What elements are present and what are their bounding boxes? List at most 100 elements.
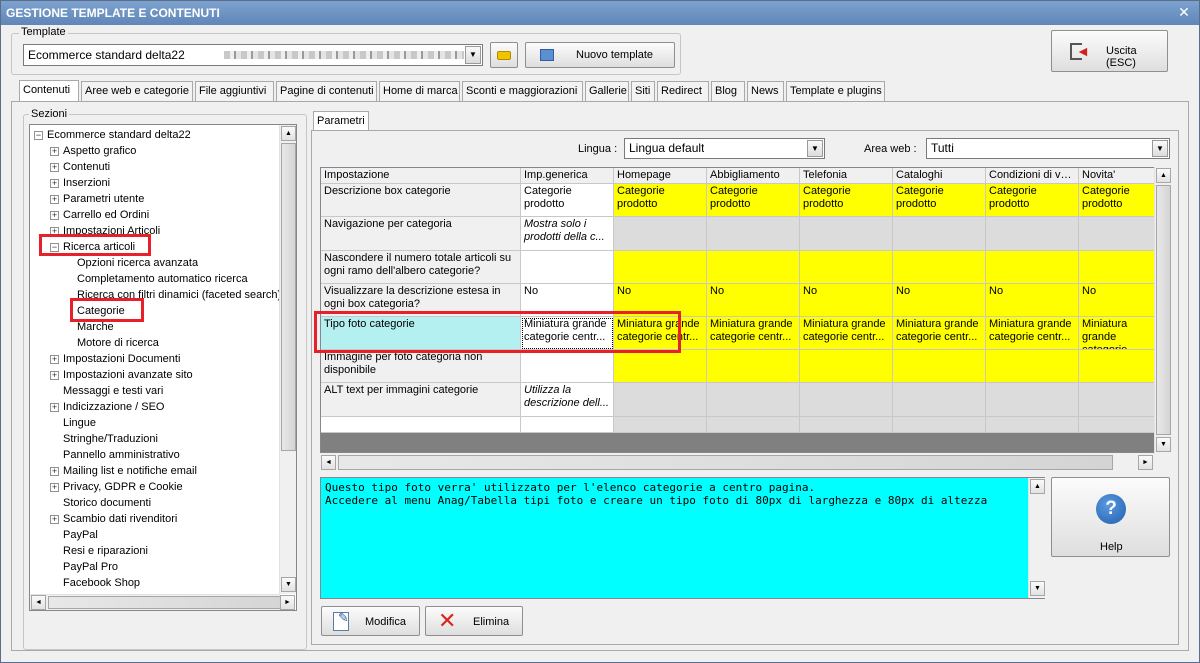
area-web-select[interactable]: Tutti ▼ xyxy=(926,138,1170,159)
tree-item[interactable]: + Carrello ed Ordini xyxy=(30,207,280,223)
tab-template-e-plugins[interactable]: Template e plugins xyxy=(786,81,885,101)
params-grid[interactable]: Impostazione Imp.generica Homepage Abbiglia… xyxy=(320,167,1156,453)
help-button[interactable]: ? Help xyxy=(1051,477,1170,557)
grid-row-label[interactable]: Navigazione per categoria xyxy=(321,217,521,251)
tree-item[interactable]: + Privacy, GDPR e Cookie xyxy=(30,479,280,495)
tree-item[interactable]: Facebook Shop xyxy=(30,575,280,591)
grid-cell[interactable] xyxy=(800,350,893,383)
grid-vscroll[interactable]: ▲ ▼ xyxy=(1154,167,1171,454)
grid-cell[interactable] xyxy=(893,383,986,417)
grid-row-label[interactable]: Nascondere il numero totale articoli su … xyxy=(321,251,521,284)
grid-cell[interactable]: Miniatura grande categorie centr... xyxy=(893,317,986,350)
tree-item[interactable]: + Contenuti xyxy=(30,159,280,175)
grid-cell[interactable]: Categorie prodotto xyxy=(986,184,1079,217)
elimina-button[interactable]: ✕ Elimina xyxy=(425,606,523,636)
grid-cell[interactable] xyxy=(800,251,893,284)
grid-cell-empty[interactable] xyxy=(707,417,800,433)
grid-cell[interactable] xyxy=(707,383,800,417)
tree-item[interactable]: Marche xyxy=(30,319,280,335)
tree-item[interactable]: PayPal Pro xyxy=(30,559,280,575)
scroll-left-icon[interactable]: ◄ xyxy=(31,595,46,610)
expand-icon[interactable]: + xyxy=(50,195,59,204)
grid-row-label[interactable]: Descrizione box categorie xyxy=(321,184,521,217)
expand-icon[interactable]: + xyxy=(50,355,59,364)
grid-cell[interactable]: Categorie prodotto xyxy=(1079,184,1155,217)
grid-column-header[interactable]: Homepage xyxy=(614,168,707,184)
scroll-right-icon[interactable]: ► xyxy=(1138,455,1153,470)
tree-item[interactable]: + Scambio dati rivenditori xyxy=(30,511,280,527)
grid-cell[interactable]: No xyxy=(893,284,986,317)
tab-parametri[interactable]: Parametri xyxy=(313,111,369,132)
tree-item[interactable]: Opzioni ricerca avanzata xyxy=(30,255,280,271)
tab-contenuti[interactable]: Contenuti xyxy=(19,80,79,101)
grid-cell[interactable] xyxy=(800,383,893,417)
grid-cell[interactable]: Categorie prodotto xyxy=(614,184,707,217)
lingua-select[interactable]: Lingua default ▼ xyxy=(624,138,825,159)
tree-item[interactable]: + Inserzioni xyxy=(30,175,280,191)
grid-cell[interactable]: Categorie prodotto xyxy=(521,184,614,217)
grid-cell[interactable] xyxy=(521,251,614,284)
expand-icon[interactable]: + xyxy=(50,211,59,220)
grid-cell[interactable]: No xyxy=(707,284,800,317)
tab-home-di-marca[interactable]: Home di marca xyxy=(379,81,460,101)
tab-blog[interactable]: Blog xyxy=(711,81,745,101)
tree-item[interactable]: Stringhe/Traduzioni xyxy=(30,431,280,447)
grid-cell[interactable] xyxy=(893,251,986,284)
expand-icon[interactable]: + xyxy=(50,147,59,156)
tree-item[interactable]: Completamento automatico ricerca xyxy=(30,271,280,287)
grid-row-label[interactable]: Immagine per foto categoria non disponib… xyxy=(321,350,521,383)
tree-hscroll[interactable]: ◄ ► xyxy=(30,594,295,610)
grid-column-header[interactable]: Imp.generica xyxy=(521,168,614,184)
grid-cell[interactable]: Miniatura grande categorie centr... xyxy=(800,317,893,350)
scroll-right-icon[interactable]: ► xyxy=(280,595,295,610)
tab-pagine-di-contenuti[interactable]: Pagine di contenuti xyxy=(276,81,377,101)
grid-cell-empty[interactable] xyxy=(521,417,614,433)
grid-cell[interactable] xyxy=(893,350,986,383)
expand-icon[interactable]: + xyxy=(50,371,59,380)
grid-cell[interactable] xyxy=(1079,350,1155,383)
scroll-up-icon[interactable]: ▲ xyxy=(1156,168,1171,183)
grid-column-header[interactable]: Cataloghi xyxy=(893,168,986,184)
tree-item[interactable]: + Indicizzazione / SEO xyxy=(30,399,280,415)
grid-hscroll[interactable]: ◄ ► xyxy=(320,454,1156,471)
tree-item[interactable]: + Mailing list e notifiche email xyxy=(30,463,280,479)
tab-file-aggiuntivi[interactable]: File aggiuntivi xyxy=(195,81,274,101)
grid-cell[interactable]: Miniatura grande categorie centr... xyxy=(1079,317,1155,350)
tree-item[interactable]: + Aspetto grafico xyxy=(30,143,280,159)
expand-icon[interactable]: + xyxy=(50,179,59,188)
scroll-left-icon[interactable]: ◄ xyxy=(321,455,336,470)
tree-item[interactable]: Ricerca con filtri dinamici (faceted sea… xyxy=(30,287,281,303)
grid-cell[interactable] xyxy=(986,350,1079,383)
tree-item[interactable]: Resi e riparazioni xyxy=(30,543,280,559)
tree-item[interactable]: + Impostazioni avanzate sito xyxy=(30,367,280,383)
grid-cell[interactable]: Categorie prodotto xyxy=(707,184,800,217)
grid-cell[interactable] xyxy=(707,251,800,284)
tree-item[interactable]: − Ecommerce standard delta22 xyxy=(30,127,280,143)
grid-cell[interactable] xyxy=(614,217,707,251)
grid-cell[interactable] xyxy=(1079,251,1155,284)
scroll-up-icon[interactable]: ▲ xyxy=(281,126,296,141)
grid-cell-empty[interactable] xyxy=(986,417,1079,433)
chevron-down-icon[interactable]: ▼ xyxy=(1152,140,1168,157)
tab-sconti-e-maggiorazioni[interactable]: Sconti e maggiorazioni xyxy=(462,81,583,101)
tree-item[interactable]: + Parametri utente xyxy=(30,191,280,207)
tab-news[interactable]: News xyxy=(747,81,784,101)
tab-redirect[interactable]: Redirect xyxy=(657,81,709,101)
modifica-button[interactable]: ✎ Modifica xyxy=(321,606,420,636)
grid-cell[interactable] xyxy=(614,350,707,383)
grid-cell[interactable]: Miniatura grande categorie centr... xyxy=(707,317,800,350)
tree-item[interactable]: Categorie xyxy=(30,303,280,319)
chevron-down-icon[interactable]: ▼ xyxy=(807,140,823,157)
tree-item[interactable]: Lingue xyxy=(30,415,280,431)
grid-cell[interactable]: No xyxy=(986,284,1079,317)
grid-cell[interactable] xyxy=(800,217,893,251)
scroll-down-icon[interactable]: ▼ xyxy=(1156,437,1171,452)
grid-cell-empty[interactable] xyxy=(893,417,986,433)
scroll-up-icon[interactable]: ▲ xyxy=(1030,479,1045,494)
grid-row-label[interactable]: ALT text per immagini categorie xyxy=(321,383,521,417)
expand-icon[interactable]: + xyxy=(50,467,59,476)
tree-item[interactable]: Pannello amministrativo xyxy=(30,447,280,463)
grid-cell-empty[interactable] xyxy=(1079,417,1155,433)
collapse-icon[interactable]: − xyxy=(34,131,43,140)
expand-icon[interactable]: + xyxy=(50,403,59,412)
